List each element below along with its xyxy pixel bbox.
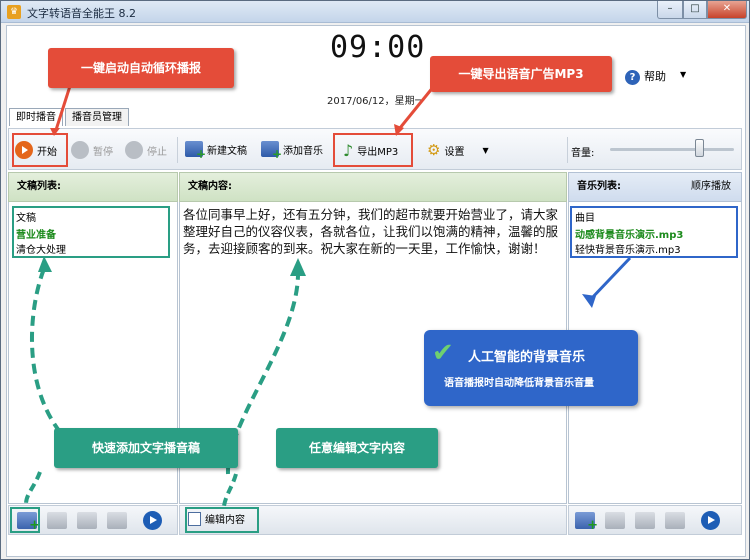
help-icon: ? [625,69,640,85]
delete-script-button[interactable] [47,512,67,529]
move-down-button[interactable] [665,512,685,529]
play-mode-selector[interactable]: 顺序播放 [691,173,731,201]
toolbar-divider [567,137,568,163]
highlight-script-list [12,206,170,258]
toolbar-divider [177,137,178,163]
settings-button[interactable]: ⚙ 设置 ▼ [427,141,489,159]
clock-time: 09:00 [330,30,426,65]
new-script-label: 新建文稿 [207,145,247,157]
add-music-track-button[interactable] [575,512,598,533]
delete-track-button[interactable] [605,512,625,529]
highlight-music-list [570,206,738,258]
new-script-button[interactable]: 新建文稿 [185,141,247,161]
script-content-text[interactable]: 各位同事早上好，还有五分钟，我们的超市就要开始营业了，请大家整理好自己的仪容仪表… [183,206,563,257]
volume-slider-track[interactable] [610,148,734,151]
move-up-button[interactable] [77,512,97,529]
add-music-label: 添加音乐 [283,145,323,157]
chevron-down-icon[interactable]: ▼ [680,70,686,79]
window-title: 文字转语音全能王 8.2 [27,7,136,20]
stop-icon [125,141,143,159]
play-script-button[interactable] [143,511,162,530]
highlight-start [12,133,68,167]
app-logo-icon: ♛ [7,5,21,19]
callout-export: 一键导出语音广告MP3 [430,56,612,92]
title-bar: ♛ 文字转语音全能王 8.2 – □ ✕ [1,1,749,23]
volume-label: 音量: [571,148,595,159]
tab-announcer-management[interactable]: 播音员管理 [65,108,129,126]
new-document-icon [185,141,206,161]
callout-edit-content: 任意编辑文字内容 [276,428,438,468]
chevron-down-icon: ▼ [482,145,489,155]
music-list-footer [568,505,742,535]
pause-label: 暂停 [93,146,113,158]
callout-quick-add: 快速添加文字播音稿 [54,428,238,468]
callout-ai-music: ✔ 人工智能的背景音乐 语音播报时自动降低背景音乐音量 [424,330,638,406]
script-content-header: 文稿内容: [179,172,567,202]
music-list-header: 音乐列表: 顺序播放 [568,172,742,202]
add-music-icon [261,141,282,161]
move-down-button[interactable] [107,512,127,529]
callout-autoplay: 一键启动自动循环播报 [48,48,234,88]
music-list-title: 音乐列表: [577,181,621,192]
checkmark-icon: ✔ [432,338,454,368]
volume-slider-thumb[interactable] [695,139,705,157]
maximize-button[interactable]: □ [683,1,707,19]
help-button[interactable]: ? 帮助 [625,68,666,85]
settings-label: 设置 [444,146,465,158]
script-list-header: 文稿列表: [8,172,178,202]
ai-music-subtitle: 语音播报时自动降低背景音乐音量 [444,378,594,389]
close-button[interactable]: ✕ [707,1,747,19]
highlight-edit-content [185,507,259,533]
highlight-add-script [10,507,40,533]
stop-label: 停止 [147,146,167,158]
pause-button[interactable]: 暂停 [71,141,113,159]
gear-icon: ⚙ [427,141,441,159]
move-up-button[interactable] [635,512,655,529]
play-music-button[interactable] [701,511,720,530]
stop-button[interactable]: 停止 [125,141,167,159]
add-music-button[interactable]: 添加音乐 [261,141,323,161]
pause-icon [71,141,89,159]
highlight-export [333,133,413,167]
minimize-button[interactable]: – [657,1,683,19]
clock-date: 2017/06/12，星期一 [327,96,425,107]
help-label: 帮助 [644,70,666,83]
ai-music-title: 人工智能的背景音乐 [468,350,586,365]
tab-instant-broadcast[interactable]: 即时播音 [9,108,63,126]
